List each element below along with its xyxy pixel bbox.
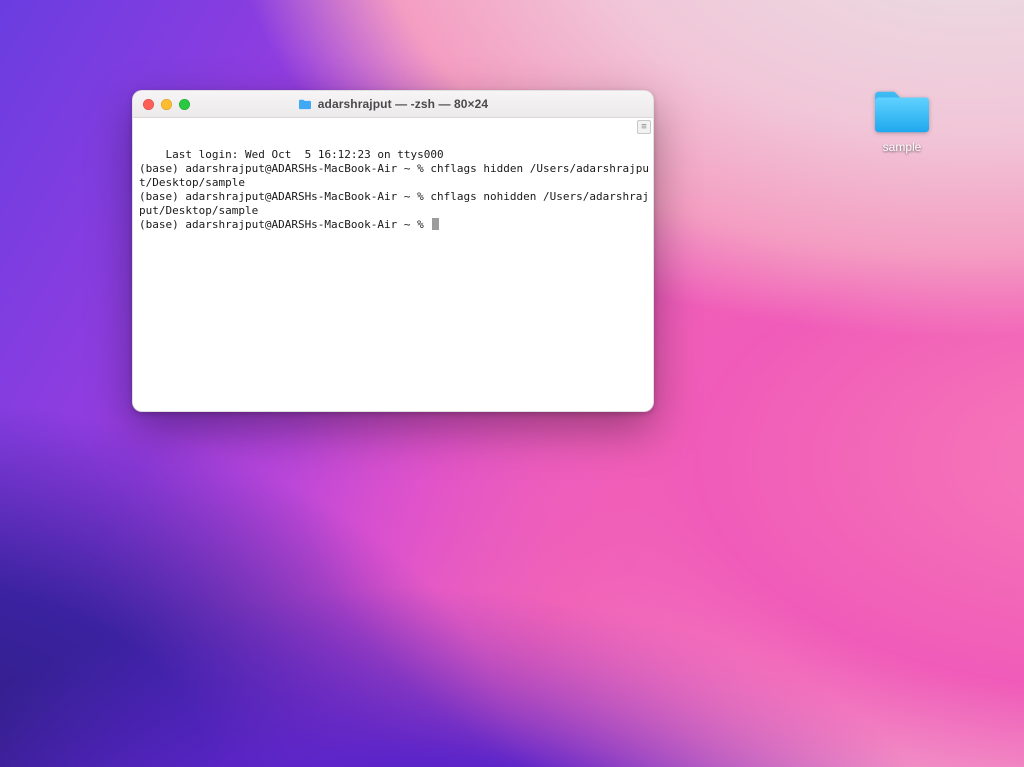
zoom-button[interactable] [179, 99, 190, 110]
titlebar[interactable]: adarshrajput — -zsh — 80×24 [133, 91, 653, 118]
close-button[interactable] [143, 99, 154, 110]
window-controls [133, 99, 190, 110]
window-title: adarshrajput — -zsh — 80×24 [133, 97, 653, 111]
terminal-line: Last login: Wed Oct 5 16:12:23 on ttys00… [166, 148, 444, 161]
terminal-line: (base) adarshrajput@ADARSHs-MacBook-Air … [139, 190, 649, 217]
scroll-indicator-icon [637, 120, 651, 134]
window-title-text: adarshrajput — -zsh — 80×24 [318, 97, 488, 111]
terminal-line: (base) adarshrajput@ADARSHs-MacBook-Air … [139, 162, 649, 189]
terminal-cursor [432, 218, 439, 230]
minimize-button[interactable] [161, 99, 172, 110]
terminal-body[interactable]: Last login: Wed Oct 5 16:12:23 on ttys00… [133, 118, 653, 411]
desktop-folder-sample[interactable]: sample [862, 86, 942, 154]
folder-icon [871, 86, 933, 136]
home-folder-icon [298, 98, 312, 110]
terminal-prompt: (base) adarshrajput@ADARSHs-MacBook-Air … [139, 218, 430, 231]
terminal-window[interactable]: adarshrajput — -zsh — 80×24 Last login: … [132, 90, 654, 412]
desktop-folder-label: sample [862, 140, 942, 154]
